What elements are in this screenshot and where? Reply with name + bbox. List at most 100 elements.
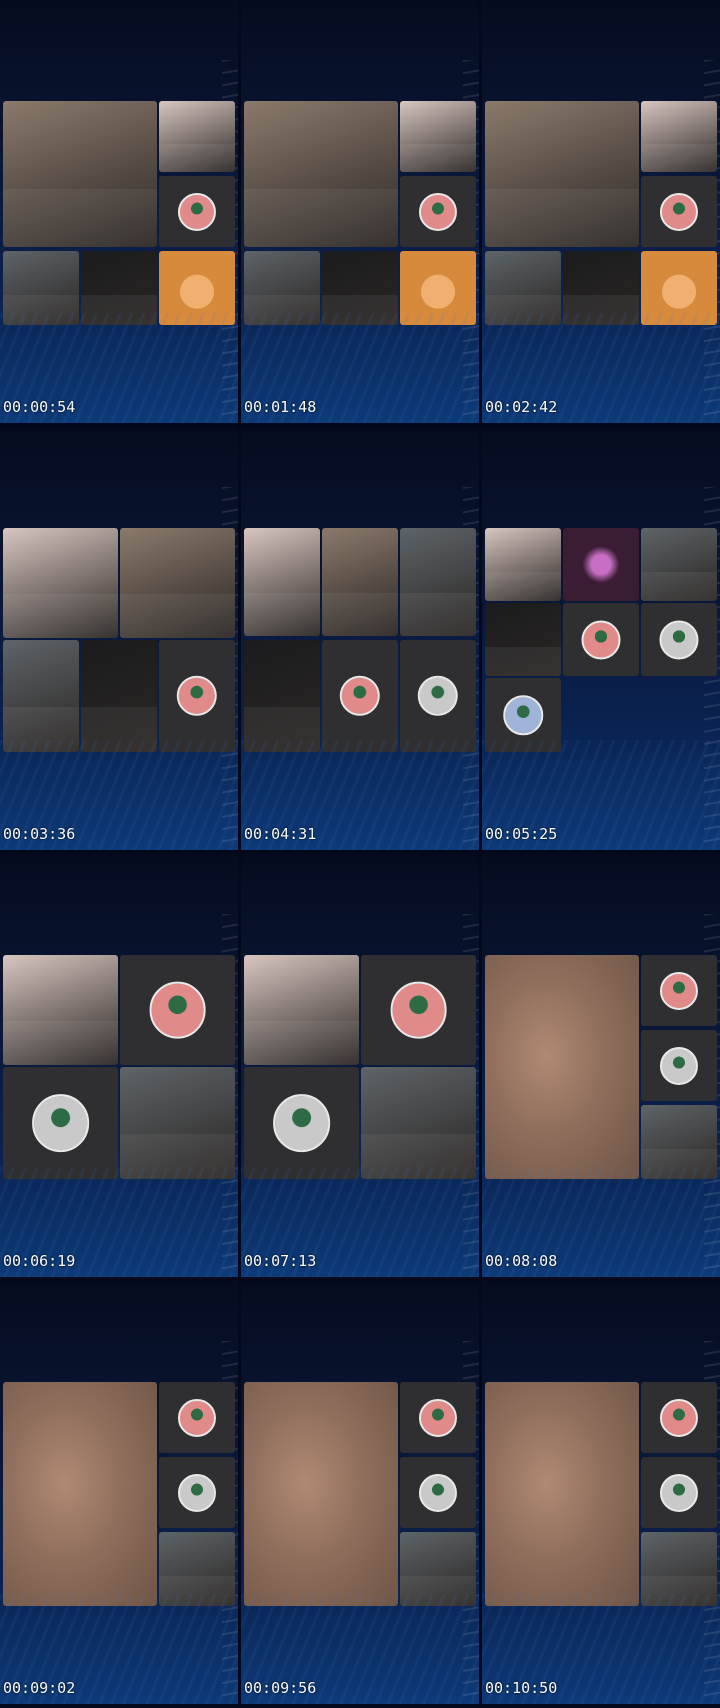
participant-man-tile[interactable]: [400, 1532, 476, 1606]
participant-avatar: [418, 1473, 458, 1512]
participant-blurred-tile[interactable]: [244, 1382, 398, 1606]
participant-woman2-tile[interactable]: [3, 955, 118, 1065]
participant-man-tile[interactable]: [120, 1067, 235, 1179]
frame-8: 00:07:13: [241, 854, 479, 1277]
participant-avatar: [418, 1398, 458, 1437]
participant-blurred-tile[interactable]: [485, 1382, 639, 1606]
frame-11: 00:09:56: [241, 1281, 479, 1704]
participant-avatar-tile[interactable]: [641, 1457, 717, 1528]
timestamp: 00:00:54: [3, 398, 76, 416]
participant-boy-tile[interactable]: [244, 640, 320, 752]
timestamp: 00:10:50: [485, 1679, 558, 1697]
participant-avatar: [177, 192, 217, 231]
participant-avatar-tile[interactable]: [159, 640, 235, 752]
participant-man-tile[interactable]: [641, 528, 717, 601]
participant-boy-tile[interactable]: [81, 251, 157, 325]
participant-avatar-tile[interactable]: [3, 1067, 118, 1179]
participant-avatar-tile[interactable]: [400, 640, 476, 752]
participant-food-tile[interactable]: [641, 251, 717, 325]
frame-6: 00:05:25: [482, 427, 720, 850]
participant-avatar-tile[interactable]: [159, 176, 235, 247]
participant-woman2-tile[interactable]: [641, 101, 717, 172]
participant-avatar: [659, 1473, 699, 1512]
participant-woman2-tile[interactable]: [485, 528, 561, 601]
participant-avatar: [418, 192, 458, 231]
participant-woman2-tile[interactable]: [244, 528, 320, 636]
participant-avatar-tile[interactable]: [400, 1457, 476, 1528]
frame-3: 00:02:42: [482, 0, 720, 423]
participant-avatar-tile[interactable]: [563, 603, 639, 676]
participant-man-tile[interactable]: [3, 251, 79, 325]
participant-avatar: [417, 675, 459, 717]
participant-avatar: [581, 619, 621, 660]
frame-10: 00:09:02: [0, 1281, 238, 1704]
participant-man-tile[interactable]: [159, 1532, 235, 1606]
frame-7: 00:06:19: [0, 854, 238, 1277]
timestamp: 00:01:48: [244, 398, 317, 416]
participant-man-tile[interactable]: [641, 1532, 717, 1606]
timestamp: 00:02:42: [485, 398, 558, 416]
participant-avatar-tile[interactable]: [641, 603, 717, 676]
timestamp: 00:08:08: [485, 1252, 558, 1270]
participant-avatar-tile[interactable]: [400, 1382, 476, 1453]
participant-woman-tile[interactable]: [120, 528, 235, 638]
participant-woman-tile[interactable]: [244, 101, 398, 247]
participant-woman-tile[interactable]: [485, 101, 639, 247]
participant-avatar: [177, 1473, 217, 1512]
participant-woman-tile[interactable]: [322, 528, 398, 636]
participant-man-tile[interactable]: [400, 528, 476, 636]
participant-man-tile[interactable]: [361, 1067, 476, 1179]
participant-woman2-tile[interactable]: [244, 955, 359, 1065]
participant-avatar: [659, 192, 699, 231]
participant-woman2-tile[interactable]: [159, 101, 235, 172]
participant-food-tile[interactable]: [400, 251, 476, 325]
participant-blurred-tile[interactable]: [485, 955, 639, 1179]
participant-avatar-tile[interactable]: [485, 678, 561, 752]
participant-pink-tile[interactable]: [563, 528, 639, 601]
participant-avatar-tile[interactable]: [159, 1382, 235, 1453]
timestamp: 00:09:56: [244, 1679, 317, 1697]
participant-avatar-tile[interactable]: [641, 1382, 717, 1453]
participant-food-tile[interactable]: [159, 251, 235, 325]
participant-avatar: [659, 1046, 699, 1085]
frame-5: 00:04:31: [241, 427, 479, 850]
participant-avatar: [176, 675, 218, 717]
participant-avatar-tile[interactable]: [641, 955, 717, 1026]
participant-man-tile[interactable]: [244, 251, 320, 325]
participant-man-tile[interactable]: [3, 640, 79, 752]
participant-avatar-tile[interactable]: [361, 955, 476, 1065]
participant-avatar-tile[interactable]: [400, 176, 476, 247]
participant-blurred-tile[interactable]: [3, 1382, 157, 1606]
timestamp: 00:03:36: [3, 825, 76, 843]
participant-avatar: [390, 981, 447, 1039]
participant-boy-tile[interactable]: [81, 640, 157, 752]
participant-boy-tile[interactable]: [322, 251, 398, 325]
participant-avatar-tile[interactable]: [322, 640, 398, 752]
participant-avatar: [503, 695, 543, 735]
timestamp: 00:09:02: [3, 1679, 76, 1697]
participant-avatar-tile[interactable]: [159, 1457, 235, 1528]
video-call-contact-sheet: 00:00:54 00:01:48 00:02:42 00:03:36 00:0…: [0, 0, 720, 1708]
participant-avatar: [659, 619, 699, 660]
participant-man-tile[interactable]: [485, 251, 561, 325]
participant-avatar: [31, 1094, 90, 1152]
participant-woman2-tile[interactable]: [400, 101, 476, 172]
participant-avatar: [659, 1398, 699, 1437]
participant-avatar-tile[interactable]: [641, 176, 717, 247]
participant-avatar-tile[interactable]: [244, 1067, 359, 1179]
frame-9: 00:08:08: [482, 854, 720, 1277]
participant-avatar: [272, 1094, 331, 1152]
participant-avatar-tile[interactable]: [641, 1030, 717, 1101]
participant-boy-tile[interactable]: [563, 251, 639, 325]
timestamp: 00:04:31: [244, 825, 317, 843]
participant-avatar-tile[interactable]: [120, 955, 235, 1065]
frame-2: 00:01:48: [241, 0, 479, 423]
participant-woman-tile[interactable]: [3, 101, 157, 247]
participant-boy-tile[interactable]: [485, 603, 561, 676]
participant-woman2-tile[interactable]: [3, 528, 118, 638]
participant-avatar: [659, 971, 699, 1010]
frame-12: 00:10:50: [482, 1281, 720, 1704]
frame-4: 00:03:36: [0, 427, 238, 850]
participant-man-tile[interactable]: [641, 1105, 717, 1179]
participant-avatar: [149, 981, 206, 1039]
